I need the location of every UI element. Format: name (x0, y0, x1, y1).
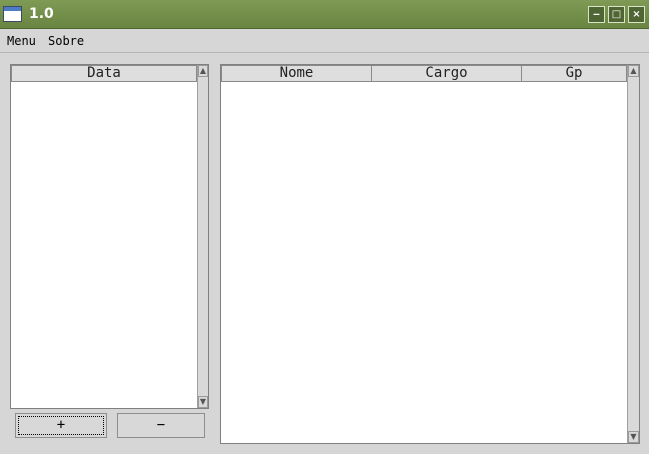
scroll-down-arrow-icon[interactable]: ▼ (628, 431, 639, 443)
scroll-down-arrow-icon[interactable]: ▼ (198, 396, 208, 408)
date-list-scrollbar[interactable]: ▲ ▼ (197, 65, 208, 408)
menu-bar: Menu Sobre (0, 30, 649, 53)
column-header-nome[interactable]: Nome (221, 65, 372, 82)
minimize-button[interactable]: ‒ (588, 6, 605, 23)
menu-item-sobre[interactable]: Sobre (48, 34, 84, 48)
title-bar[interactable]: 1.0 ‒ □ × (0, 0, 649, 29)
maximize-button[interactable]: □ (608, 6, 625, 23)
column-header-gp[interactable]: Gp (521, 65, 627, 82)
column-header-data[interactable]: Data (11, 65, 197, 82)
add-button[interactable]: + (15, 413, 107, 438)
records-table[interactable]: Nome Cargo Gp ▲ ▼ (220, 64, 640, 444)
close-button[interactable]: × (628, 6, 645, 23)
menu-item-menu[interactable]: Menu (7, 34, 36, 48)
date-list[interactable]: Data ▲ ▼ (10, 64, 209, 409)
scroll-up-arrow-icon[interactable]: ▲ (198, 65, 208, 77)
records-table-scrollbar[interactable]: ▲ ▼ (627, 65, 639, 443)
window-title: 1.0 (29, 6, 54, 22)
column-header-cargo[interactable]: Cargo (371, 65, 522, 82)
remove-button[interactable]: − (117, 413, 205, 438)
scroll-up-arrow-icon[interactable]: ▲ (628, 65, 639, 77)
window-icon (3, 6, 22, 22)
